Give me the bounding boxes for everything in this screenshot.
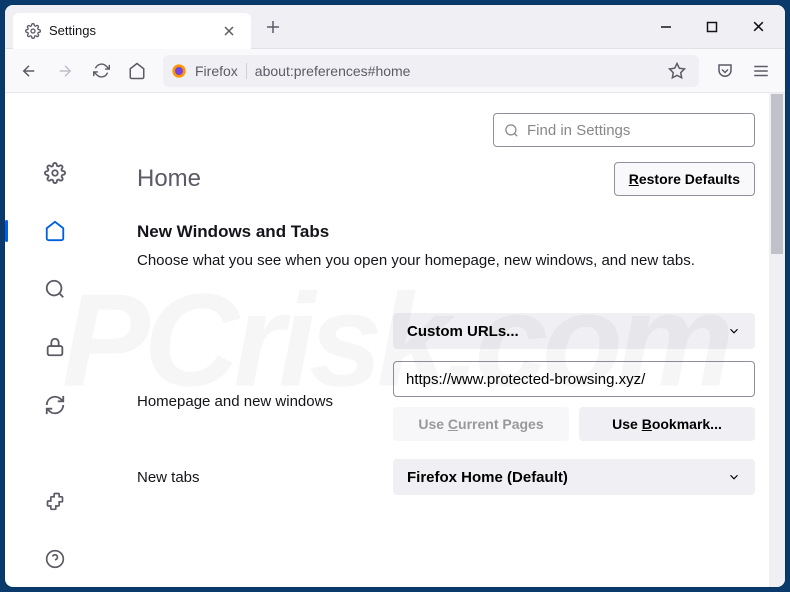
back-button[interactable] xyxy=(13,55,45,87)
close-icon[interactable] xyxy=(219,21,239,41)
sidebar-search[interactable] xyxy=(37,271,73,307)
settings-search-input[interactable] xyxy=(527,122,744,139)
reload-button[interactable] xyxy=(85,55,117,87)
settings-search[interactable] xyxy=(493,113,755,147)
use-current-pages-button: Use Current Pages xyxy=(393,407,569,441)
use-bookmark-button[interactable]: Use Bookmark... xyxy=(579,407,755,441)
new-tab-button[interactable] xyxy=(259,13,287,41)
gear-icon xyxy=(25,23,41,39)
newtabs-label: New tabs xyxy=(137,469,375,486)
scrollbar[interactable] xyxy=(769,93,785,587)
browser-window: Settings Firefox about:preferences#home xyxy=(5,5,785,587)
sidebar-extensions[interactable] xyxy=(37,483,73,519)
navbar: Firefox about:preferences#home xyxy=(5,49,785,93)
chevron-down-icon xyxy=(727,470,741,484)
sidebar-home[interactable] xyxy=(37,213,73,249)
scrollbar-thumb[interactable] xyxy=(771,94,783,254)
page-title: Home xyxy=(137,165,201,193)
homepage-label: Homepage and new windows xyxy=(137,393,375,410)
pocket-button[interactable] xyxy=(709,55,741,87)
home-button[interactable] xyxy=(121,55,153,87)
forward-button xyxy=(49,55,81,87)
tab-title: Settings xyxy=(49,23,211,38)
url-prefix: Firefox xyxy=(195,63,247,79)
sidebar-sync[interactable] xyxy=(37,387,73,423)
url-text: about:preferences#home xyxy=(255,63,655,79)
search-icon xyxy=(504,123,519,138)
firefox-icon xyxy=(171,63,187,79)
section-title: New Windows and Tabs xyxy=(137,222,755,242)
close-button[interactable] xyxy=(735,5,781,49)
newtabs-select[interactable]: Firefox Home (Default) xyxy=(393,459,755,495)
bookmark-star-icon[interactable] xyxy=(663,57,691,85)
sidebar xyxy=(5,93,105,587)
homepage-mode-select[interactable]: Custom URLs... xyxy=(393,313,755,349)
maximize-button[interactable] xyxy=(689,5,735,49)
select-label: Custom URLs... xyxy=(407,323,519,340)
sidebar-general[interactable] xyxy=(37,155,73,191)
sidebar-privacy[interactable] xyxy=(37,329,73,365)
select-label: Firefox Home (Default) xyxy=(407,469,568,486)
window-controls xyxy=(643,5,781,49)
homepage-url-input[interactable] xyxy=(393,361,755,397)
tab-settings[interactable]: Settings xyxy=(13,13,251,49)
sidebar-help[interactable] xyxy=(37,541,73,577)
menu-button[interactable] xyxy=(745,55,777,87)
section-desc: Choose what you see when you open your h… xyxy=(137,252,755,269)
minimize-button[interactable] xyxy=(643,5,689,49)
restore-defaults-button[interactable]: Restore Defaults xyxy=(614,162,755,196)
url-bar[interactable]: Firefox about:preferences#home xyxy=(163,55,699,87)
titlebar: Settings xyxy=(5,5,785,49)
chevron-down-icon xyxy=(727,324,741,338)
main-content: Home Restore Defaults New Windows and Ta… xyxy=(105,93,785,587)
